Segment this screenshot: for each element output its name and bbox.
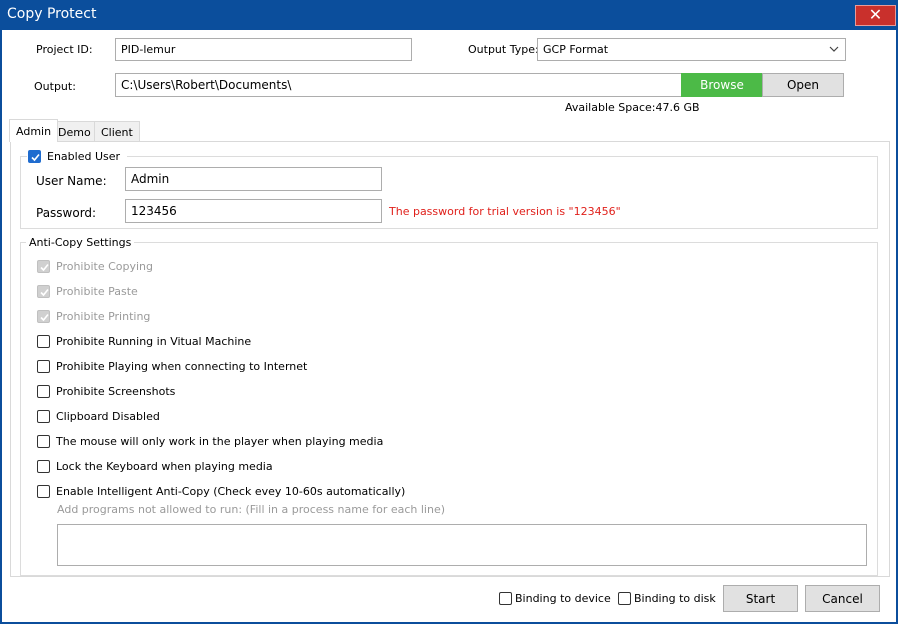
password-input[interactable]: 123456	[125, 199, 382, 223]
anticopy-option-checkbox[interactable]	[37, 410, 50, 423]
binding-disk-label: Binding to disk	[634, 592, 716, 605]
tab-client[interactable]: Client	[94, 121, 140, 142]
anticopy-option-label: Prohibite Running in Vitual Machine	[56, 335, 252, 348]
anticopy-option-checkbox	[37, 285, 50, 298]
anticopy-option-label: Lock the Keyboard when playing media	[56, 460, 273, 473]
tab-admin[interactable]: Admin	[9, 119, 59, 142]
username-value: Admin	[131, 172, 170, 186]
checkmark-icon	[40, 313, 49, 322]
anticopy-option-label: The mouse will only work in the player w…	[56, 435, 384, 448]
programs-hint: Add programs not allowed to run: (Fill i…	[57, 503, 446, 516]
output-path-input[interactable]: C:\Users\Robert\Documents\	[115, 73, 683, 97]
project-id-input[interactable]: PID-lemur	[115, 38, 412, 61]
output-label: Output:	[34, 80, 76, 93]
binding-disk-checkbox[interactable]	[618, 592, 631, 605]
anticopy-option-label: Prohibite Screenshots	[56, 385, 176, 398]
admin-tab-panel: Enabled User User Name: Admin Password: …	[10, 141, 890, 577]
username-label: User Name:	[36, 174, 107, 188]
cancel-button[interactable]: Cancel	[805, 585, 880, 612]
tab-client-label: Client	[101, 125, 133, 139]
output-type-select[interactable]: GCP Format	[537, 38, 846, 61]
password-label: Password:	[36, 206, 97, 220]
programs-textarea[interactable]	[57, 524, 867, 566]
tab-demo-label: Demo	[58, 125, 91, 139]
anticopy-option-label: Prohibite Printing	[56, 310, 151, 323]
browse-button[interactable]: Browse	[681, 73, 763, 97]
anticopy-option-checkbox[interactable]	[37, 460, 50, 473]
start-label: Start	[745, 591, 776, 606]
anticopy-option-checkbox	[37, 260, 50, 273]
output-type-label: Output Type:	[468, 43, 539, 56]
binding-device-label: Binding to device	[515, 592, 611, 605]
binding-device-checkbox[interactable]	[499, 592, 512, 605]
username-input[interactable]: Admin	[125, 167, 382, 191]
open-label: Open	[786, 78, 820, 92]
app-window: Copy Protect ✕ Project ID: PID-lemur Out…	[0, 0, 898, 624]
anticopy-option-label: Enable Intelligent Anti-Copy (Check evey…	[56, 485, 406, 498]
available-space: Available Space:47.6 GB	[565, 101, 700, 114]
password-note: The password for trial version is "12345…	[389, 205, 621, 218]
window-title: Copy Protect	[7, 6, 97, 22]
cancel-label: Cancel	[822, 591, 863, 606]
start-button[interactable]: Start	[723, 585, 798, 612]
anticopy-option-checkbox[interactable]	[37, 485, 50, 498]
open-button[interactable]: Open	[762, 73, 844, 97]
title-bar[interactable]: Copy Protect ✕	[0, 0, 898, 30]
checkmark-icon	[40, 288, 49, 297]
browse-label: Browse	[700, 78, 744, 92]
tab-admin-label: Admin	[16, 124, 52, 138]
project-id-label: Project ID:	[36, 43, 93, 56]
anticopy-option-checkbox[interactable]	[37, 385, 50, 398]
output-path-value: C:\Users\Robert\Documents\	[121, 78, 292, 92]
anticopy-option-label: Prohibite Copying	[56, 260, 154, 273]
checkmark-icon	[31, 153, 40, 162]
anticopy-option-label: Clipboard Disabled	[56, 410, 160, 423]
chevron-down-icon	[829, 46, 839, 52]
close-button[interactable]: ✕	[855, 5, 896, 26]
password-value: 123456	[131, 204, 177, 218]
anticopy-option-checkbox[interactable]	[37, 435, 50, 448]
checkmark-icon	[40, 263, 49, 272]
enabled-user-label: Enabled User	[47, 150, 121, 163]
output-type-value: GCP Format	[543, 43, 609, 56]
anticopy-legend: Anti-Copy Settings	[26, 236, 135, 249]
close-icon: ✕	[868, 5, 883, 24]
project-id-value: PID-lemur	[121, 43, 176, 56]
anticopy-option-label: Prohibite Paste	[56, 285, 138, 298]
enabled-user-checkbox[interactable]	[28, 150, 41, 163]
anticopy-option-checkbox[interactable]	[37, 335, 50, 348]
anticopy-option-checkbox	[37, 310, 50, 323]
anticopy-option-label: Prohibite Playing when connecting to Int…	[56, 360, 308, 373]
anticopy-option-checkbox[interactable]	[37, 360, 50, 373]
dialog-body: Project ID: PID-lemur Output Type: GCP F…	[2, 30, 896, 622]
